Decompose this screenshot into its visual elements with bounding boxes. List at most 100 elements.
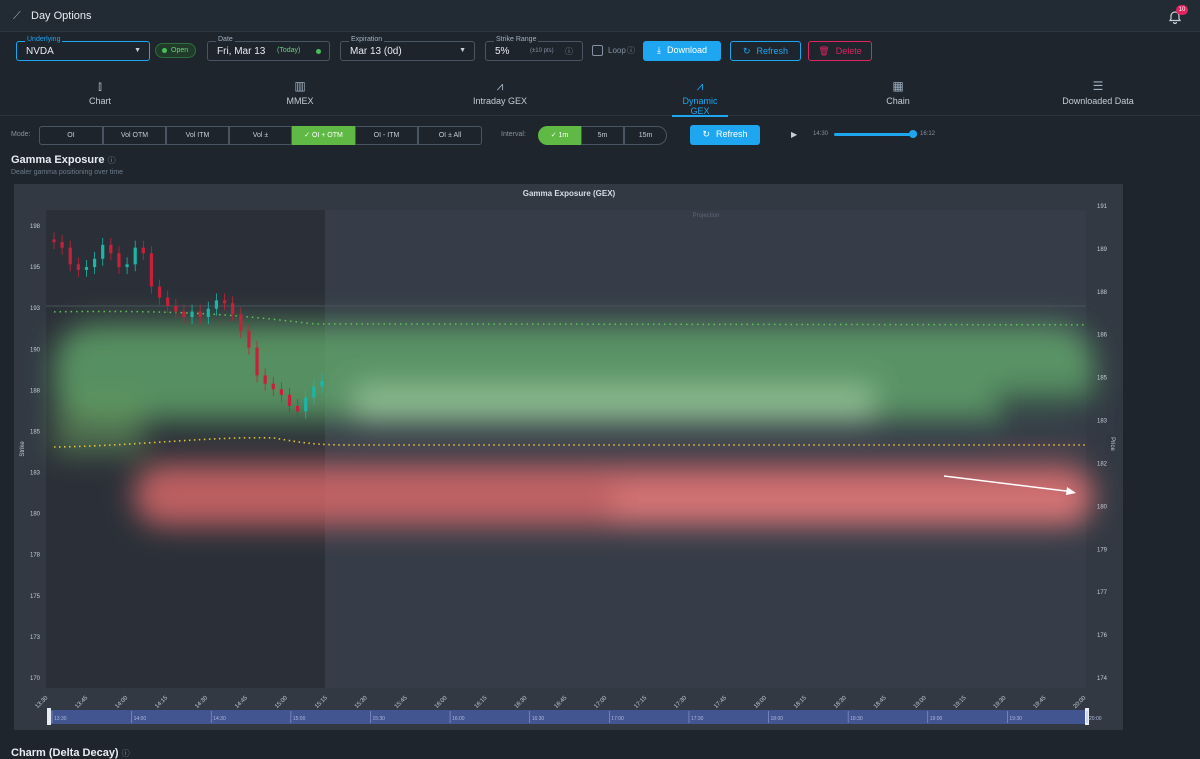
loop-checkbox[interactable] xyxy=(592,45,603,56)
expiration-value: Mar 13 (0d) xyxy=(350,46,402,57)
strike-tick: 170 xyxy=(30,676,41,682)
interval-15m[interactable]: 15m xyxy=(624,126,667,145)
heat-neutral-patch xyxy=(994,389,1094,434)
help-icon[interactable]: ⓘ xyxy=(565,46,573,57)
chevron-down-icon: ▼ xyxy=(134,47,141,54)
price-tick: 180 xyxy=(1097,504,1108,510)
strike-tick: 173 xyxy=(30,635,41,641)
help-icon[interactable]: ⓘ xyxy=(108,156,116,165)
navigator-tick: 20:00 xyxy=(1089,716,1102,722)
candle-body xyxy=(312,386,316,398)
candle-body xyxy=(198,311,202,318)
strike-tick: 190 xyxy=(30,347,41,353)
strike-tick: 188 xyxy=(30,388,41,394)
playback-start: 14:30 xyxy=(813,131,829,137)
interval-label: Interval: xyxy=(501,131,526,138)
candle-body xyxy=(206,308,210,318)
date-picker[interactable]: Date Fri, Mar 13 (Today) xyxy=(207,36,330,61)
candle-body xyxy=(263,375,267,384)
navigator-tick: 16:00 xyxy=(452,716,465,722)
strike-tick: 193 xyxy=(30,306,41,312)
mode-oi-itm[interactable]: OI - ITM xyxy=(355,126,418,145)
candle-body xyxy=(239,314,243,331)
tab-intraday-gex[interactable]: ⩘ Intraday GEX xyxy=(440,72,560,116)
sparkle-chart-icon: ⩘ xyxy=(696,79,704,93)
projection-label: Projection xyxy=(693,213,720,219)
mode-vol-itm[interactable]: Vol ITM xyxy=(166,126,229,145)
candle-body xyxy=(76,264,80,270)
gex-refresh-label: Refresh xyxy=(716,129,748,139)
tab-chain[interactable]: ▦ Chain xyxy=(838,72,958,116)
candle-body xyxy=(190,311,194,318)
strike-range-label: Strike Range xyxy=(494,36,539,43)
gex-refresh-button[interactable]: ↻ Refresh xyxy=(690,125,760,145)
candle-body xyxy=(296,405,300,412)
projection-region xyxy=(325,210,1086,688)
price-tick: 188 xyxy=(1097,290,1108,296)
strike-range-hint: (±10 pts) xyxy=(530,48,554,54)
app-title: Day Options xyxy=(31,10,92,22)
next-section-title-text: Charm (Delta Decay) xyxy=(11,747,119,759)
date-today-tag: (Today) xyxy=(277,47,301,54)
price-tick: 186 xyxy=(1097,333,1108,339)
heat-positive-patch xyxy=(54,399,144,454)
price-tick: 177 xyxy=(1097,590,1108,596)
date-value: Fri, Mar 13 xyxy=(217,46,266,57)
candle-body xyxy=(149,253,154,287)
y-axis-left-label: Strike xyxy=(20,441,26,457)
tab-dynamic-gex[interactable]: ⩘ Dynamic GEX xyxy=(672,72,728,117)
expiration-select[interactable]: Expiration Mar 13 (0d) ▼ xyxy=(340,36,475,61)
price-tick: 189 xyxy=(1097,247,1108,253)
tab-chart[interactable]: ⫾ Chart xyxy=(40,72,160,116)
mode-vol-pm[interactable]: Vol ± xyxy=(229,126,292,145)
tab-mmex[interactable]: ▥ MMEX xyxy=(240,72,360,116)
playback-handle[interactable] xyxy=(909,130,917,138)
tab-downloaded-data[interactable]: ☰ Downloaded Data xyxy=(1038,72,1158,116)
navigator-left-handle[interactable] xyxy=(47,708,51,725)
tab-label: Chart xyxy=(88,96,111,106)
heat-negative-core xyxy=(614,484,1084,524)
candle-body xyxy=(231,303,235,315)
notification-badge: 10 xyxy=(1176,5,1188,15)
delete-button[interactable]: 🗑 Delete xyxy=(808,41,872,61)
mode-oi-otm[interactable]: ✓ OI + OTM xyxy=(292,126,355,145)
candle-body xyxy=(84,267,89,270)
help-icon[interactable]: ⓘ xyxy=(627,45,635,56)
strike-tick: 178 xyxy=(30,553,41,559)
strike-range-input[interactable]: Strike Range 5% (±10 pts) ⓘ xyxy=(485,36,583,61)
mode-oi[interactable]: OI xyxy=(39,126,103,145)
navigator-tick: 14:30 xyxy=(213,716,226,722)
table-icon: ▦ xyxy=(892,79,904,93)
interval-1m[interactable]: ✓ 1m xyxy=(538,126,581,145)
price-tick: 185 xyxy=(1097,376,1108,382)
y-axis-right-label: Price xyxy=(1109,437,1115,451)
interval-5m[interactable]: 5m xyxy=(581,126,624,145)
help-icon[interactable]: ⓘ xyxy=(122,749,130,758)
navigator-tick: 15:00 xyxy=(293,716,306,722)
play-icon[interactable]: ▶ xyxy=(791,130,797,139)
candle-body xyxy=(271,383,275,390)
playback-slider[interactable] xyxy=(834,133,913,136)
candle-body xyxy=(279,389,283,395)
mode-label: Mode: xyxy=(11,131,31,138)
navigator-tick: 17:30 xyxy=(691,716,704,722)
download-button[interactable]: ⤓ Download xyxy=(643,41,721,61)
mode-vol-otm[interactable]: Vol OTM xyxy=(103,126,166,145)
playback-end: 16:12 xyxy=(920,131,936,137)
navigator-tick: 15:30 xyxy=(372,716,385,722)
delete-label: Delete xyxy=(835,46,862,56)
underlying-value: NVDA xyxy=(26,46,54,57)
candle-body xyxy=(133,247,137,265)
trend-line-icon: ⩘ xyxy=(496,79,504,93)
tab-label: MMEX xyxy=(286,96,314,106)
mode-oi-all[interactable]: OI ± All xyxy=(418,126,482,145)
candle-body xyxy=(52,239,56,243)
top-bar: ⟋ Day Options 10 xyxy=(0,0,1200,32)
check-icon: ✓ xyxy=(550,132,559,139)
refresh-icon: ↻ xyxy=(702,129,711,139)
strike-tick: 185 xyxy=(30,429,41,435)
refresh-button[interactable]: ↻ Refresh xyxy=(730,41,801,61)
underlying-select[interactable]: Underlying NVDA ▼ xyxy=(16,36,150,61)
candle-body xyxy=(93,258,97,268)
gex-chart-svg: Gamma Exposure (GEX) Projection Strike P… xyxy=(14,184,1173,730)
